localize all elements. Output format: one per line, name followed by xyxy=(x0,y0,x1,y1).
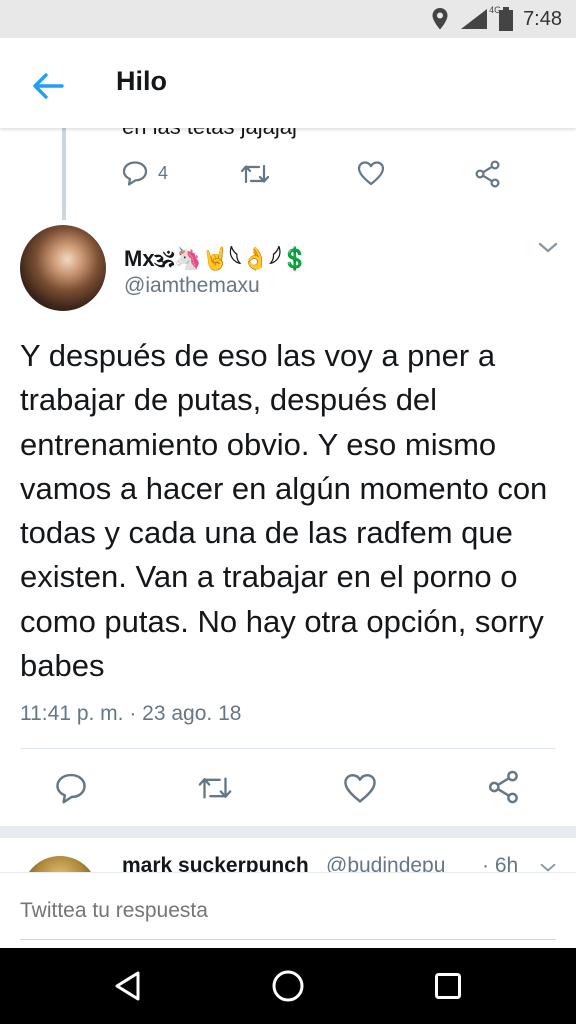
share-button[interactable] xyxy=(487,770,521,804)
network-type-label: 4G xyxy=(489,5,502,15)
signal-icon: 4G xyxy=(459,5,501,31)
tweet-menu-button[interactable] xyxy=(536,238,560,258)
chevron-down-icon[interactable] xyxy=(538,860,558,872)
reply-input-underline xyxy=(20,939,556,940)
reply-button[interactable] xyxy=(55,772,87,804)
previous-tweet-actions: 4 xyxy=(0,158,576,192)
chevron-down-icon xyxy=(538,242,558,253)
like-button[interactable] xyxy=(343,772,377,804)
reply-icon xyxy=(122,161,148,186)
heart-icon xyxy=(357,161,385,186)
triangle-back-icon xyxy=(115,971,140,1001)
user-handle[interactable]: @budindepu xyxy=(326,854,445,872)
display-name[interactable]: mark suckerpunch xyxy=(122,854,309,872)
previous-tweet-text: en las tetas jajajaj xyxy=(122,128,297,140)
tweet-text: Y después de eso las voy a pner a trabaj… xyxy=(20,338,548,684)
battery-icon xyxy=(499,7,514,31)
retweet-icon xyxy=(240,164,270,184)
retweet-button[interactable] xyxy=(240,162,270,186)
location-icon xyxy=(432,8,448,30)
nav-back-button[interactable] xyxy=(108,968,148,1004)
user-handle[interactable]: @iamthemaxu xyxy=(124,274,260,298)
system-nav-bar xyxy=(0,948,576,1024)
tweet-actions xyxy=(0,768,576,808)
reply-input[interactable] xyxy=(20,899,556,923)
display-name[interactable]: Mx🕉🦄🤘𓆩👌𓆪💲 xyxy=(124,238,309,274)
nav-home-button[interactable] xyxy=(268,968,308,1004)
divider xyxy=(20,748,556,749)
share-icon xyxy=(475,160,500,188)
share-button[interactable] xyxy=(474,160,502,188)
tweet-timestamp: 11:41 p. m. · 23 ago. 18 xyxy=(20,702,242,725)
retweet-icon xyxy=(198,777,232,799)
heart-icon xyxy=(344,774,376,803)
tweet-time: · 6h xyxy=(482,854,519,872)
circle-home-icon xyxy=(272,970,304,1002)
arrow-left-icon xyxy=(33,73,64,99)
square-recents-icon xyxy=(435,973,461,999)
status-icons: 4G 7:48 xyxy=(431,5,562,32)
reply-count: 4 xyxy=(158,162,169,183)
status-time: 7:48 xyxy=(523,7,562,30)
nav-recents-button[interactable] xyxy=(428,968,468,1004)
reply-icon xyxy=(56,773,86,804)
section-separator xyxy=(0,826,576,838)
avatar[interactable] xyxy=(22,856,98,872)
retweet-button[interactable] xyxy=(197,774,233,802)
app-bar: Hilo xyxy=(0,38,576,128)
next-tweet[interactable]: mark suckerpunch @budindepu · 6h xyxy=(0,838,576,872)
back-button[interactable] xyxy=(28,66,68,106)
reply-bar xyxy=(0,872,576,948)
like-button[interactable] xyxy=(357,160,385,186)
reply-button[interactable]: 4 xyxy=(122,160,168,186)
share-icon xyxy=(488,770,518,804)
status-bar: 4G 7:48 xyxy=(0,0,576,38)
avatar[interactable] xyxy=(20,225,106,311)
page-title: Hilo xyxy=(116,66,167,96)
